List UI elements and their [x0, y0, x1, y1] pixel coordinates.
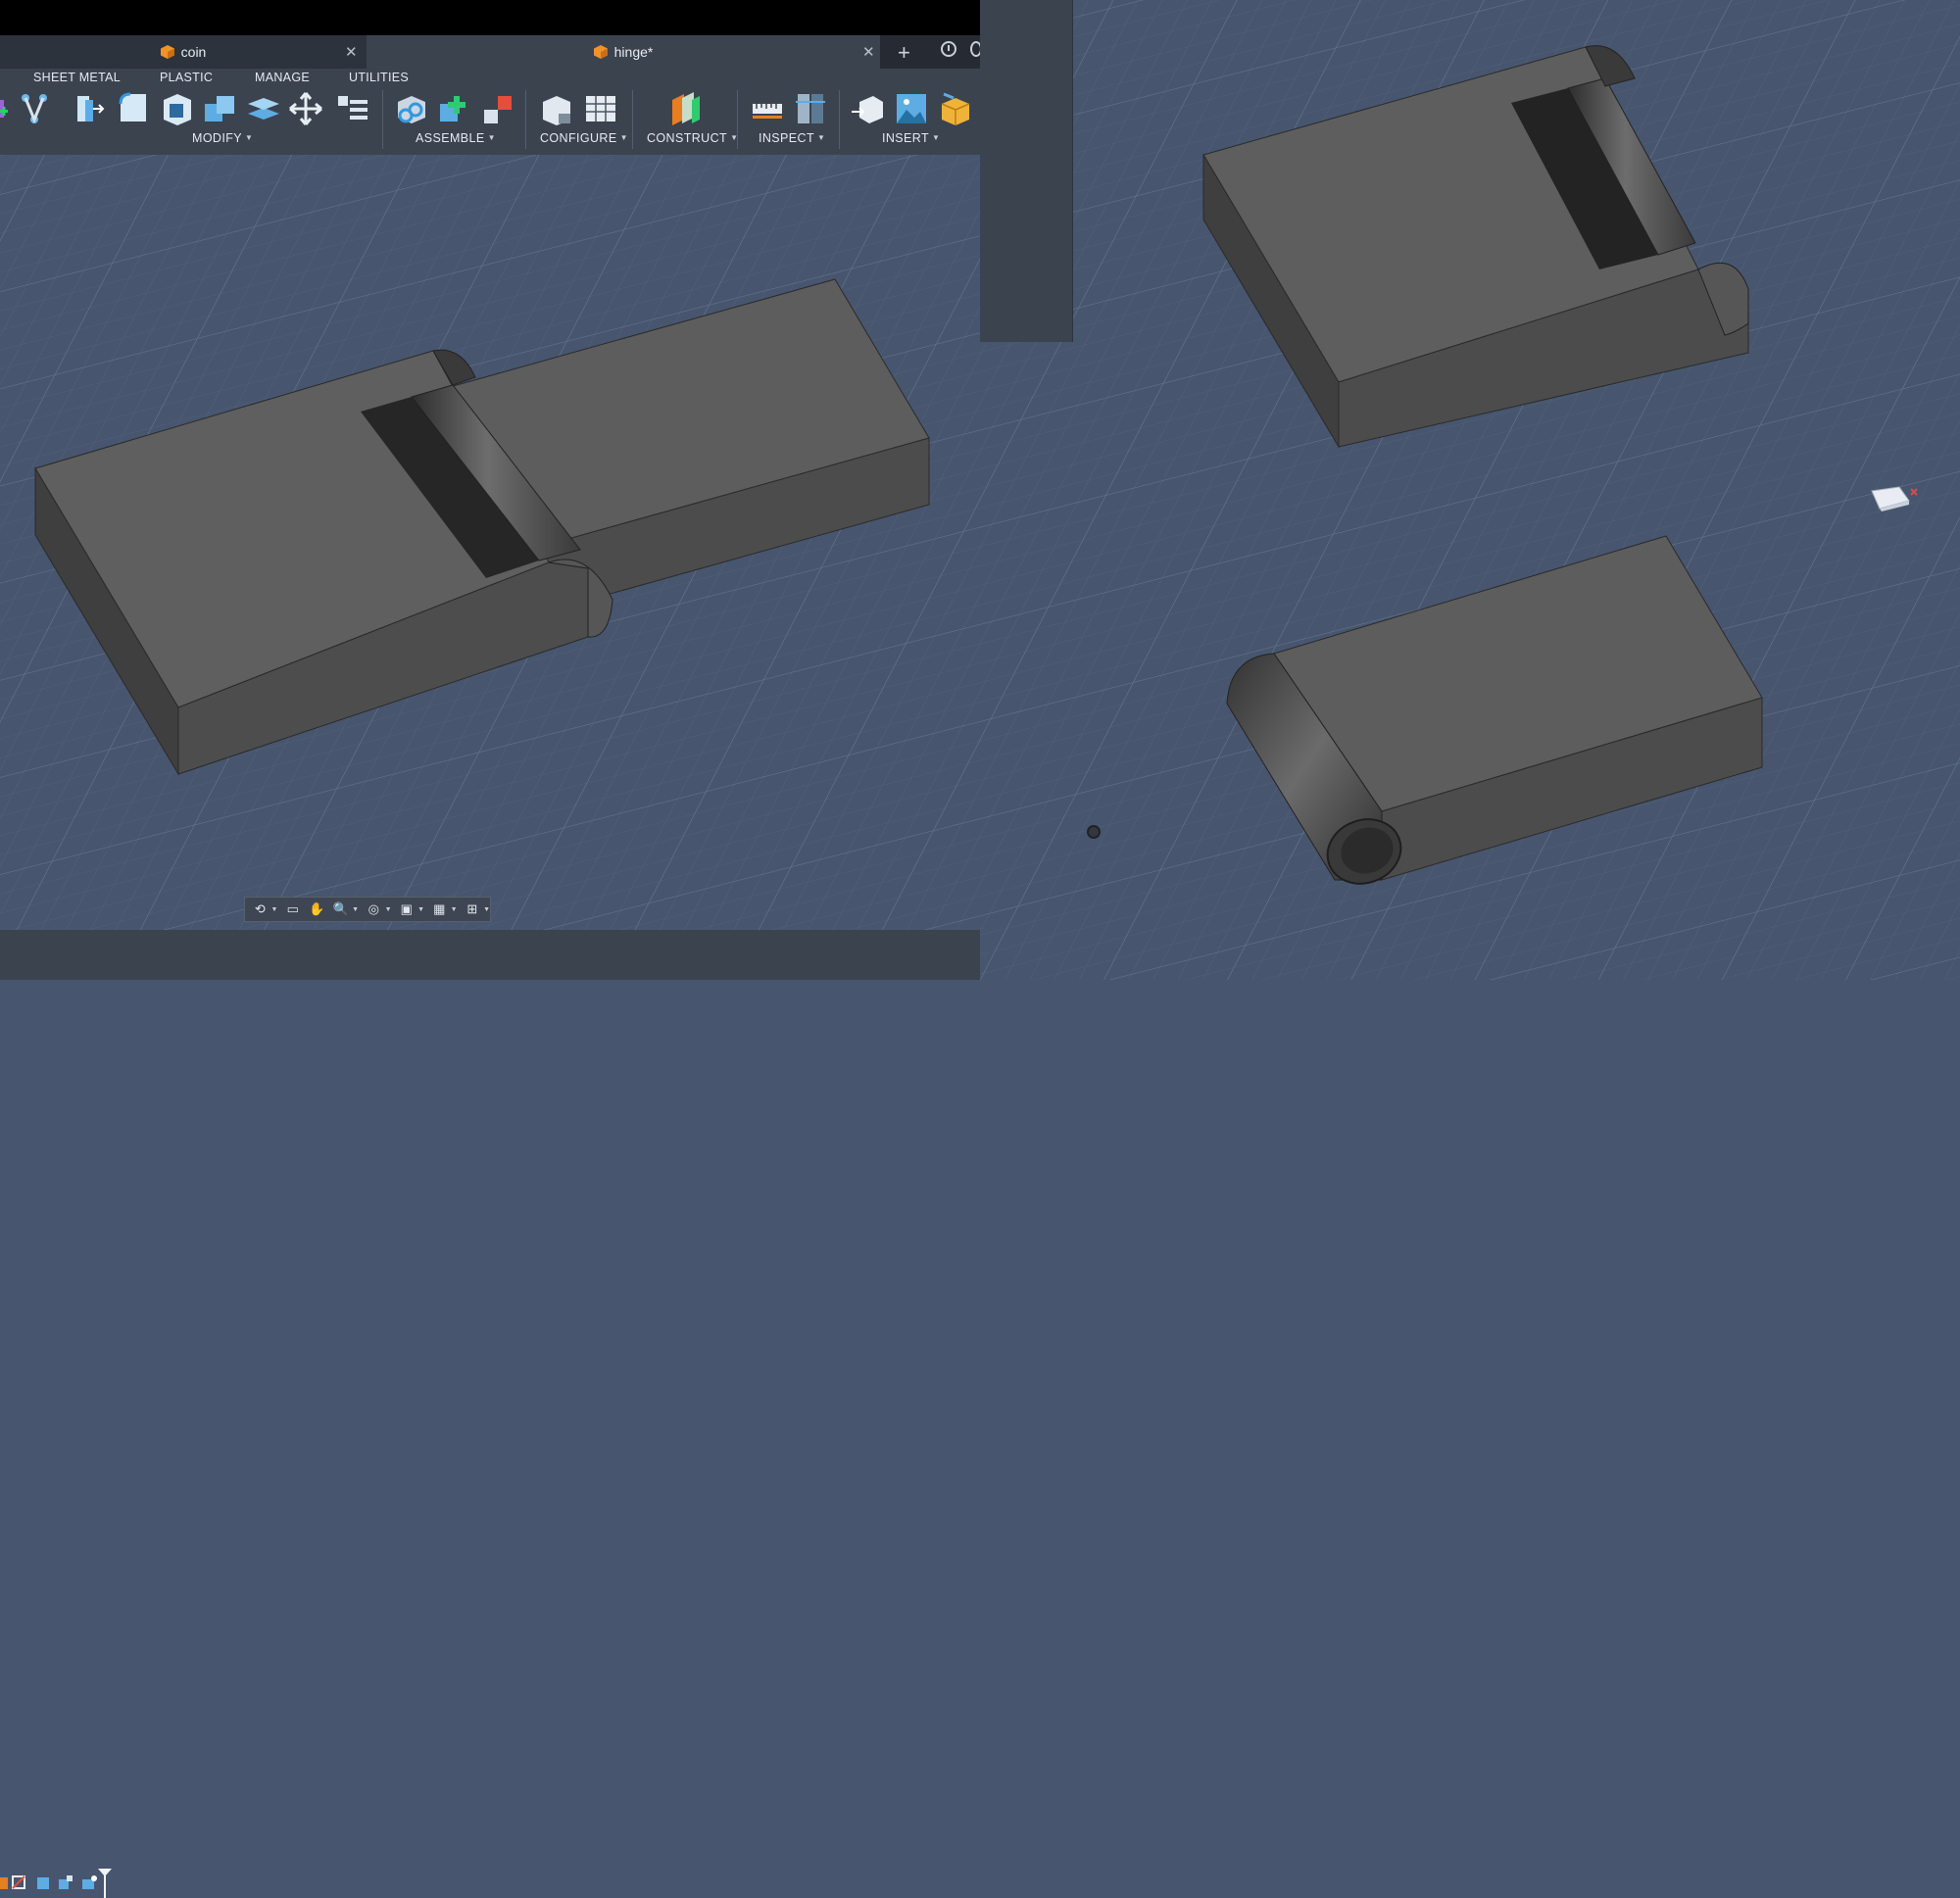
group-label: CONSTRUCT — [647, 131, 728, 145]
chevron-down-icon[interactable]: ▼ — [417, 906, 424, 913]
chevron-down-icon[interactable]: ▼ — [271, 906, 278, 913]
tab-document-coin[interactable]: coin — [0, 35, 367, 69]
divider — [382, 90, 383, 149]
combine-icon[interactable] — [201, 90, 238, 127]
insert-mesh-icon[interactable] — [936, 90, 973, 127]
tab-sheet-metal[interactable]: SHEET METAL — [33, 71, 121, 84]
grid-icon[interactable]: ▦ — [430, 901, 449, 917]
configure-design-icon[interactable] — [537, 90, 574, 127]
timeline-bar — [0, 930, 980, 1898]
divider — [737, 90, 738, 149]
chevron-down-icon[interactable]: ▼ — [451, 906, 458, 913]
group-label: MODIFY — [192, 131, 243, 145]
tab-label: hinge* — [613, 44, 654, 60]
construct-menu[interactable]: CONSTRUCT ▼ — [647, 131, 738, 145]
modify-menu[interactable]: MODIFY ▼ — [192, 131, 253, 145]
configure-menu[interactable]: CONFIGURE ▼ — [540, 131, 628, 145]
joint-feature-icon[interactable] — [80, 1874, 98, 1891]
viewports-icon[interactable]: ⊞ — [464, 901, 482, 917]
tab-label: coin — [180, 44, 207, 60]
branch-tool-icon[interactable] — [16, 90, 53, 127]
origin-point-icon — [1087, 825, 1101, 839]
fillet-icon[interactable] — [115, 90, 152, 127]
pan-icon[interactable]: ✋ — [308, 901, 326, 917]
divider — [525, 90, 526, 149]
insert-derive-icon[interactable] — [850, 90, 887, 127]
offset-face-icon[interactable] — [244, 90, 281, 127]
create-tool-icon[interactable] — [0, 90, 14, 127]
parameters-icon[interactable] — [334, 90, 371, 127]
measure-icon[interactable] — [749, 90, 786, 127]
inspect-menu[interactable]: INSPECT ▼ — [759, 131, 825, 145]
joint-icon[interactable] — [392, 90, 429, 127]
document-tab-bar: coin ✕ hinge* ✕ + — [0, 35, 982, 69]
orange-cube-icon — [593, 45, 608, 59]
group-label: INSERT — [882, 131, 930, 145]
navigation-toolbar: ⟲ ▼ ▭ ✋ 🔍 ▼ ◎ ▼ ▣ ▼ ▦ ▼ ⊞ ▼ — [244, 897, 491, 922]
group-label: CONFIGURE — [540, 131, 617, 145]
display-settings-icon[interactable]: ▣ — [398, 901, 416, 917]
tab-document-hinge[interactable]: hinge* — [367, 35, 880, 69]
assemble-menu[interactable]: ASSEMBLE ▼ — [416, 131, 496, 145]
chevron-down-icon[interactable]: ▼ — [352, 906, 359, 913]
chevron-down-icon[interactable]: ▼ — [483, 906, 490, 913]
plus-icon[interactable]: + — [898, 40, 910, 66]
section-analysis-icon[interactable] — [792, 90, 829, 127]
extrude-feature-icon[interactable] — [33, 1874, 51, 1891]
timeline-marker-icon[interactable] — [98, 1869, 112, 1898]
tab-plastic[interactable]: PLASTIC — [160, 71, 213, 84]
configuration-table-icon[interactable] — [582, 90, 619, 127]
shell-icon[interactable] — [158, 90, 195, 127]
fit-icon[interactable]: ◎ — [365, 901, 383, 917]
insert-menu[interactable]: INSERT ▼ — [882, 131, 940, 145]
close-icon[interactable]: ✕ — [345, 43, 358, 61]
new-component-icon[interactable] — [436, 90, 473, 127]
zoom-icon[interactable]: 🔍 — [332, 901, 351, 917]
group-label: INSPECT — [759, 131, 814, 145]
divider — [839, 90, 840, 149]
look-at-icon[interactable]: ▭ — [283, 901, 302, 917]
group-label: ASSEMBLE — [416, 131, 485, 145]
clock-icon[interactable] — [941, 41, 956, 57]
component-feature-icon[interactable] — [57, 1874, 74, 1891]
offset-plane-icon[interactable] — [666, 90, 704, 127]
title-bar — [0, 0, 980, 35]
toolbar-ribbon: SHEET METAL PLASTIC MANAGE UTILITIES MOD… — [0, 69, 980, 155]
move-icon[interactable] — [287, 90, 324, 127]
orange-cube-icon — [160, 45, 174, 59]
as-built-joint-icon[interactable] — [480, 90, 517, 127]
tab-utilities[interactable]: UTILITIES — [349, 71, 409, 84]
divider — [632, 90, 633, 149]
tab-manage[interactable]: MANAGE — [255, 71, 310, 84]
press-pull-icon[interactable] — [72, 90, 109, 127]
orbit-icon[interactable]: ⟲ — [251, 901, 270, 917]
side-panel — [980, 0, 1073, 342]
close-icon[interactable]: ✕ — [862, 43, 875, 61]
sketch-feature-icon[interactable] — [10, 1874, 27, 1891]
chevron-down-icon[interactable]: ▼ — [385, 906, 392, 913]
view-cube-icon[interactable] — [1870, 485, 1919, 512]
insert-canvas-icon[interactable] — [893, 90, 930, 127]
